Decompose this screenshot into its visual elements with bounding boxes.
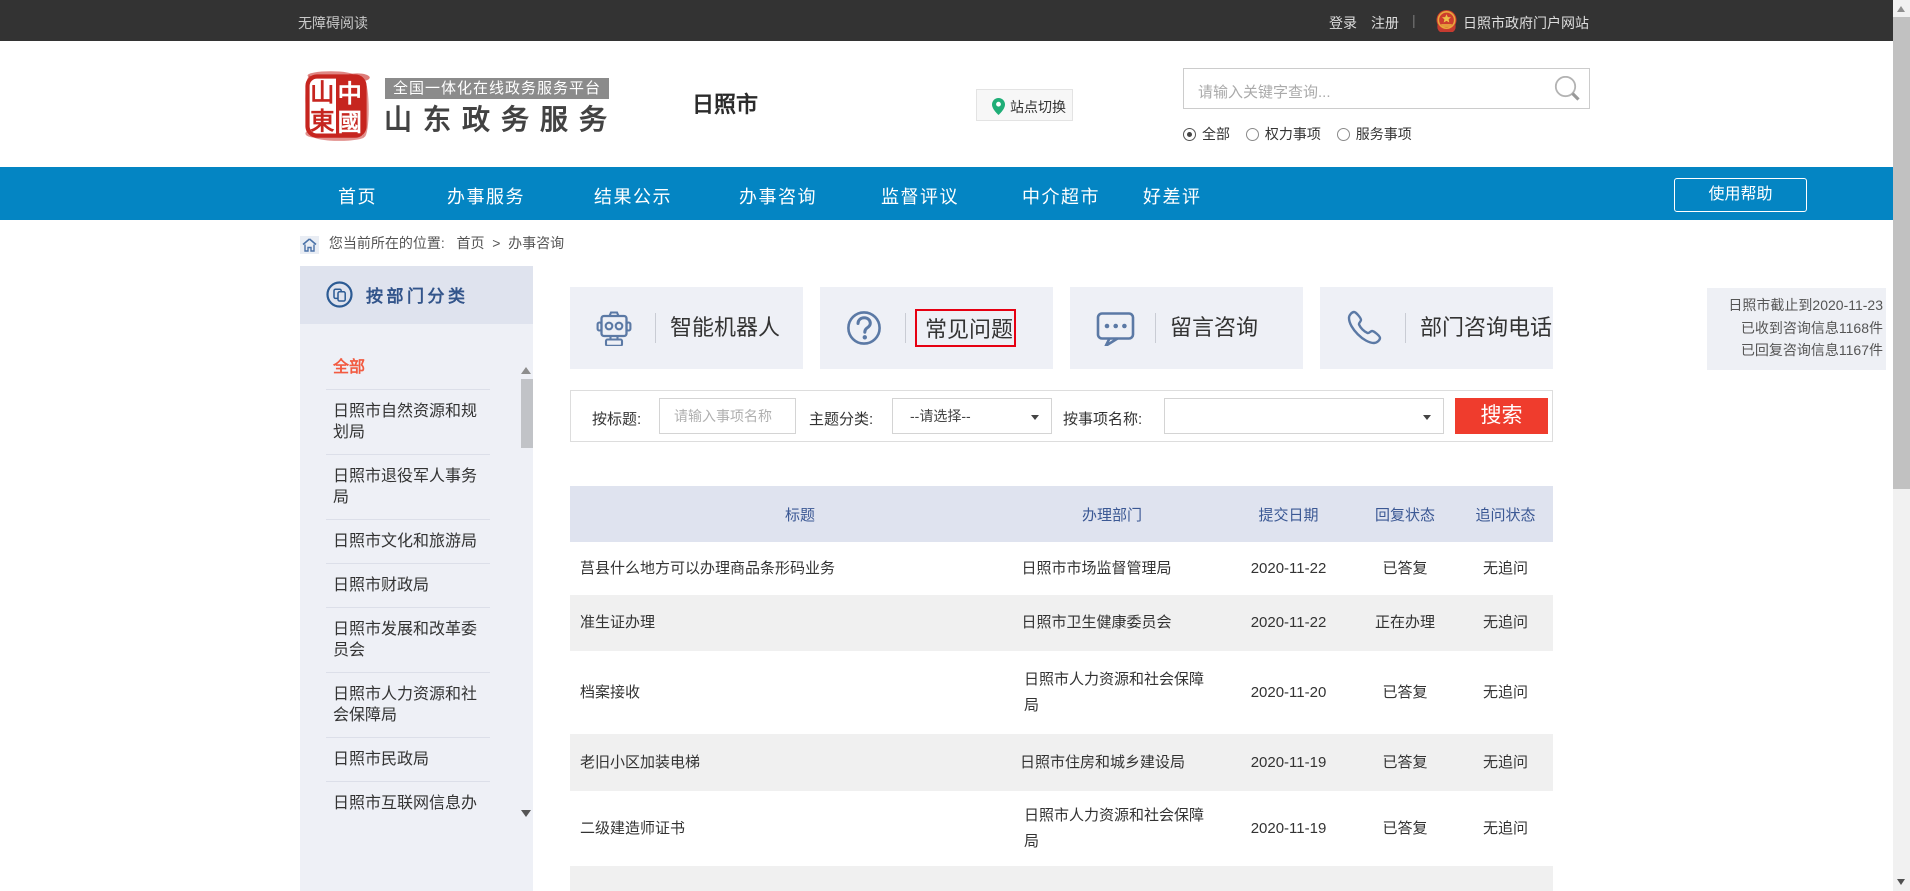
svg-text:國: 國 <box>338 109 362 136</box>
svg-text:東: 東 <box>310 108 335 135</box>
svg-text:中: 中 <box>338 81 362 108</box>
svg-text:山: 山 <box>310 80 334 107</box>
